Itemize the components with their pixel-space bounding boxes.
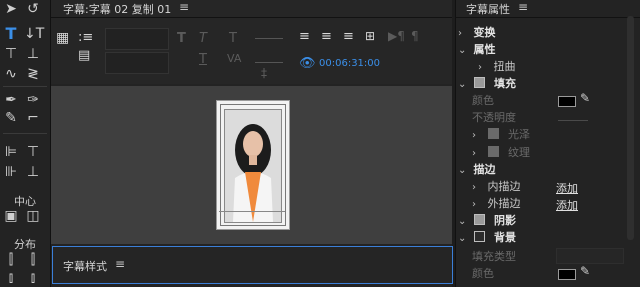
path-type-tool-icon[interactable]: ∿ (2, 67, 20, 81)
fill-type-label: 填充类型 (472, 250, 516, 263)
fill-row[interactable]: ⌄ 填充 (458, 76, 516, 92)
align-center-v-icon[interactable]: ⊥ (24, 165, 42, 179)
kerning-icon[interactable]: VA (227, 52, 241, 65)
chevron-down-icon: ⌄ (458, 165, 467, 176)
align-top-icon[interactable]: ⊤ (24, 145, 42, 159)
align-text-right-icon[interactable]: ≡ (343, 29, 354, 44)
properties-panel-title[interactable]: 字幕属性 (466, 1, 510, 17)
properties-menu-icon[interactable]: ≡ (518, 0, 528, 14)
italic-icon[interactable]: T (199, 31, 207, 46)
add-inner-stroke-link[interactable]: 添加 (556, 180, 578, 196)
chevron-right-icon: › (478, 62, 482, 73)
bold-icon[interactable]: T (177, 31, 186, 46)
tools-panel: ➤ ↺ T ↓T ⊤ ⊥ ∿ ≷ ✒ ✑ ✎ ⌐ ⊫ ⊤ ⊪ ⊥ 中心 ▣ ◫ … (0, 0, 51, 287)
transform-row[interactable]: › 变换 (458, 25, 496, 41)
eyedropper-icon[interactable]: ✎ (580, 91, 590, 105)
paragraph-icon[interactable]: ¶ (411, 29, 419, 43)
font-style-dropdown[interactable] (105, 52, 169, 74)
tab-stops-icon[interactable]: ▤ (78, 48, 90, 63)
distribute-label: 分布 (14, 238, 36, 251)
distort-row[interactable]: › 扭曲 (478, 59, 516, 75)
fill-type-dropdown[interactable] (556, 248, 624, 264)
fill-color-label: 颜色 (472, 94, 494, 107)
properties-row[interactable]: ⌄ 属性 (458, 42, 496, 58)
sheen-checkbox[interactable] (487, 128, 499, 139)
shadow-row[interactable]: ⌄ 阴影 (458, 213, 516, 229)
leading-icon[interactable]: ‡ (261, 66, 267, 80)
chevron-right-icon: › (472, 182, 476, 193)
eyedropper-icon[interactable]: ✎ (580, 264, 590, 278)
center-vertical-icon[interactable]: ◫ (24, 209, 42, 223)
shadow-checkbox[interactable] (473, 214, 485, 225)
rotation-tool-icon[interactable]: ↺ (24, 2, 42, 16)
add-anchor-tool-icon[interactable]: ✎ (2, 111, 20, 125)
background-timecode[interactable]: 00:06:31:00 (319, 58, 380, 69)
roll-crawl-options-icon[interactable]: :≡ (78, 30, 93, 45)
styles-panel-title[interactable]: 字幕样式 (63, 258, 107, 274)
delete-anchor-tool-icon[interactable]: ✑ (24, 93, 42, 107)
inner-stroke-row[interactable]: › 内描边 (472, 179, 521, 195)
center-horizontal-icon[interactable]: ▣ (2, 209, 20, 223)
chevron-right-icon: › (472, 148, 476, 159)
tab-stops-ruler-icon[interactable]: ⊞ (365, 29, 375, 43)
center-label: 中心 (14, 195, 36, 208)
fill-checkbox[interactable] (473, 77, 485, 88)
align-text-left-icon[interactable]: ≡ (299, 29, 310, 44)
styles-menu-icon[interactable]: ≡ (115, 257, 125, 271)
chevron-down-icon: ⌄ (458, 79, 467, 90)
distribute-top-icon[interactable]: ⫿ (24, 253, 42, 267)
titler-toolbar: ▦ :≡ ▤ T T T T VA ‡ ≡ ≡ ≡ ⊞ ▶¶ ¶ 👁 00:06… (51, 18, 452, 84)
new-title-icon[interactable]: ▦ (56, 30, 69, 46)
type-tool-icon[interactable]: T (2, 26, 20, 42)
vertical-path-type-tool-icon[interactable]: ≷ (24, 67, 42, 81)
background-color-label: 颜色 (472, 267, 494, 280)
chevron-down-icon: ⌄ (458, 216, 467, 227)
vertical-type-tool-icon[interactable]: ↓T (24, 27, 44, 41)
photo-frame (216, 100, 290, 230)
selection-tool-icon[interactable]: ➤ (2, 2, 20, 16)
add-outer-stroke-link[interactable]: 添加 (556, 197, 578, 213)
chevron-down-icon: ⌄ (458, 233, 467, 244)
font-size-value[interactable] (255, 38, 283, 39)
font-family-dropdown[interactable] (105, 28, 169, 50)
background-checkbox[interactable] (473, 231, 485, 242)
background-color-swatch[interactable] (558, 269, 576, 280)
sheen-row[interactable]: › 光泽 (472, 127, 530, 143)
fill-color-swatch[interactable] (558, 96, 576, 107)
outer-stroke-row[interactable]: › 外描边 (472, 196, 521, 212)
strokes-row[interactable]: ⌄ 描边 (458, 162, 496, 178)
convert-anchor-tool-icon[interactable]: ⌐ (24, 111, 42, 125)
chevron-right-icon: › (472, 130, 476, 141)
underline-icon[interactable]: T (199, 52, 207, 67)
portrait-image (224, 109, 282, 223)
background-row[interactable]: ⌄ 背景 (458, 230, 516, 246)
opacity-label: 不透明度 (472, 111, 516, 124)
eye-icon[interactable]: 👁 (299, 56, 316, 71)
show-background-video-icon[interactable]: ▶¶ (388, 29, 405, 43)
titler-tab-title[interactable]: 字幕:字幕 02 复制 01 (63, 1, 171, 17)
align-center-h-icon[interactable]: ⊪ (2, 165, 20, 179)
tab-menu-icon[interactable]: ≡ (179, 0, 189, 14)
texture-checkbox[interactable] (487, 146, 499, 157)
chevron-right-icon: › (472, 199, 476, 210)
align-left-icon[interactable]: ⊫ (2, 145, 20, 159)
distribute-center-icon[interactable]: ⫾ (2, 271, 20, 285)
vertical-area-type-tool-icon[interactable]: ⊥ (24, 47, 42, 61)
title-styles-panel: 字幕样式 ≡ (52, 246, 453, 284)
opacity-value[interactable] (558, 120, 588, 121)
align-text-center-icon[interactable]: ≡ (321, 29, 332, 44)
texture-row[interactable]: › 纹理 (472, 145, 530, 161)
chevron-right-icon: › (458, 28, 462, 39)
font-size-icon[interactable]: T (229, 31, 237, 46)
distribute-left-icon[interactable]: ⫿ (2, 253, 20, 267)
distribute-bottom-icon[interactable]: ⫾ (24, 271, 42, 285)
pen-tool-icon[interactable]: ✒ (2, 93, 20, 107)
titler-tab-bar: 字幕:字幕 02 复制 01 ≡ (51, 0, 452, 18)
titler-canvas[interactable] (51, 86, 452, 244)
kerning-value[interactable] (255, 62, 283, 63)
area-type-tool-icon[interactable]: ⊤ (2, 47, 20, 61)
properties-scrollbar[interactable] (627, 16, 634, 240)
chevron-down-icon: ⌄ (458, 45, 467, 56)
